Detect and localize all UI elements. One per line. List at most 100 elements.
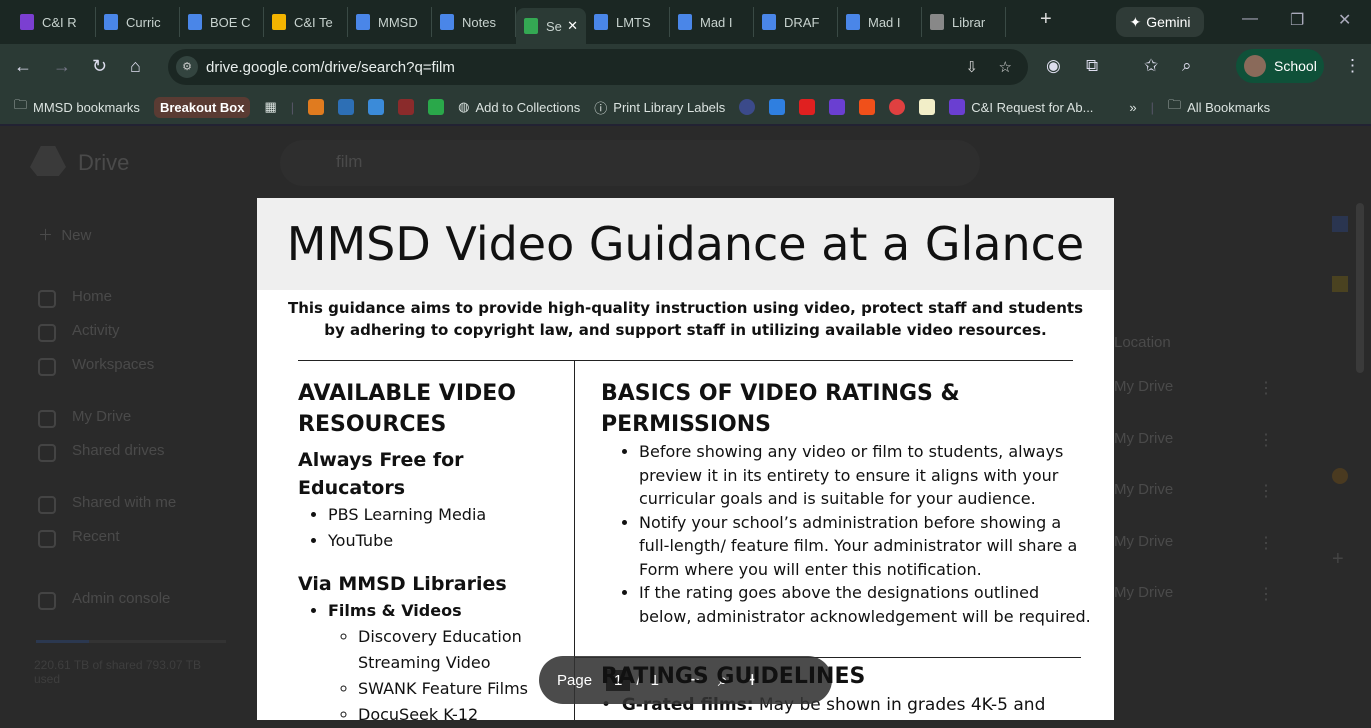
add-addon-icon[interactable]: +: [1332, 548, 1344, 571]
youtube-icon[interactable]: [799, 99, 816, 115]
separator: |: [1150, 99, 1155, 115]
nav-item[interactable]: My Drive: [72, 408, 131, 425]
address-bar[interactable]: ⚙ drive.google.com/drive/search?q=film ⇩…: [168, 49, 1028, 85]
nav-item[interactable]: Shared drives: [72, 442, 165, 459]
new-tab-button[interactable]: +: [1040, 8, 1052, 31]
more-actions-icon[interactable]: ⋮: [1258, 533, 1274, 553]
restore-button[interactable]: ❐: [1290, 10, 1304, 30]
list-item: YouTube: [328, 528, 574, 554]
nav-item[interactable]: Home: [72, 288, 112, 305]
more-actions-icon[interactable]: ⋮: [1258, 584, 1274, 604]
url-text[interactable]: drive.google.com/drive/search?q=film: [206, 59, 455, 76]
storage-bar: [36, 640, 226, 643]
browser-tab[interactable]: Se ✕: [516, 8, 586, 44]
star-icon[interactable]: ☆: [999, 58, 1012, 76]
close-tab-icon[interactable]: ✕: [567, 18, 578, 34]
bookmark-icon[interactable]: [398, 99, 415, 115]
minimize-button[interactable]: —: [1242, 10, 1258, 28]
browser-tab[interactable]: C&I Te: [264, 7, 348, 37]
pdf-preview: MMSD Video Guidance at a Glance This gui…: [257, 198, 1114, 724]
new-button[interactable]: ＋ New: [38, 224, 91, 245]
nav-item[interactable]: Admin console: [72, 590, 170, 607]
bookmark-icon[interactable]: [769, 99, 786, 115]
bookmark-icon[interactable]: [428, 99, 445, 115]
avatar: [1244, 55, 1266, 77]
browser-tab[interactable]: DRAF: [754, 7, 838, 37]
separator: |: [290, 99, 295, 115]
tab-favicon-icon: [762, 14, 776, 30]
tab-favicon-icon: [524, 18, 538, 34]
nav-item[interactable]: Recent: [72, 528, 120, 545]
list-item: Films & Videos Discovery Education Strea…: [328, 598, 574, 728]
close-window-button[interactable]: ✕: [1338, 10, 1351, 30]
bookmark-folder-mmsd[interactable]: 🗀 MMSD bookmarks: [14, 96, 140, 118]
toolbar: ← → ↻ ⌂ ⚙ drive.google.com/drive/search?…: [0, 44, 1371, 90]
browser-tab[interactable]: LMTS: [586, 7, 670, 37]
soundcloud-icon[interactable]: [859, 99, 876, 115]
bookmark-print-labels[interactable]: ⓘ Print Library Labels: [594, 98, 725, 117]
browser-tab[interactable]: Notes: [432, 7, 516, 37]
browser-tab[interactable]: BOE C: [180, 7, 264, 37]
subheading: Always Free for Educators: [298, 449, 464, 499]
nav-item[interactable]: Workspaces: [72, 356, 154, 373]
browser-tab[interactable]: Librar: [922, 7, 1006, 37]
site-info-icon[interactable]: ⚙: [176, 56, 198, 78]
bookmark-icon[interactable]: [889, 99, 906, 115]
browser-tab[interactable]: Mad I: [838, 7, 922, 37]
forms-icon[interactable]: [829, 99, 846, 115]
nav-icon: [38, 592, 56, 610]
nav-icon: [38, 496, 56, 514]
lens-icon[interactable]: ⌕: [1182, 56, 1192, 76]
bookmark-add-to-collections[interactable]: ◍ Add to Collections: [458, 99, 580, 115]
menu-icon[interactable]: ⋮: [1344, 56, 1361, 76]
back-icon[interactable]: ←: [14, 56, 32, 77]
browser-tab[interactable]: MMSD: [348, 7, 432, 37]
bookmark-ci-request[interactable]: C&I Request for Ab...: [949, 99, 1093, 115]
keep-icon[interactable]: [1332, 276, 1348, 292]
file-location: My Drive: [1114, 429, 1174, 447]
nav-item[interactable]: Shared with me: [72, 494, 176, 511]
drive-logo-icon: [30, 146, 66, 176]
file-location: My Drive: [1114, 481, 1174, 498]
home-icon[interactable]: ⌂: [130, 56, 141, 77]
more-actions-icon[interactable]: ⋮: [1258, 430, 1274, 450]
globe-icon: ◍: [458, 99, 470, 114]
forms-icon: [949, 99, 966, 115]
forward-icon[interactable]: →: [53, 56, 71, 77]
list-item: Before showing any video or film to stud…: [639, 440, 1091, 511]
reload-icon[interactable]: ↻: [92, 56, 107, 77]
apps-grid-icon[interactable]: ▦: [264, 99, 276, 115]
browser-tab[interactable]: Mad I: [670, 7, 754, 37]
browser-tab[interactable]: C&I R: [12, 7, 96, 37]
scrollbar[interactable]: [1356, 203, 1364, 373]
bookmark-icon[interactable]: [308, 99, 325, 115]
file-location: My Drive: [1114, 378, 1174, 395]
all-bookmarks[interactable]: 🗀 All Bookmarks: [1168, 96, 1270, 118]
more-bookmarks-icon[interactable]: »: [1129, 100, 1136, 115]
bookmark-icon[interactable]: [739, 99, 756, 115]
bookmark-icon[interactable]: [368, 99, 385, 115]
bookmark-icon[interactable]: [919, 99, 936, 115]
nav-icon: [38, 358, 56, 376]
drive-search-input[interactable]: film: [280, 140, 980, 186]
bookmark-breakout-box[interactable]: Breakout Box: [153, 96, 251, 118]
nav-item[interactable]: Activity: [72, 322, 120, 339]
gemini-button[interactable]: ✦ Gemini: [1116, 7, 1204, 37]
calendar-icon[interactable]: [1332, 216, 1348, 232]
list-item: Notify your school’s administration befo…: [639, 511, 1091, 582]
nav-icon: [38, 444, 56, 462]
tab-favicon-icon: [20, 14, 34, 30]
more-actions-icon[interactable]: ⋮: [1258, 481, 1274, 501]
extension-power-icon[interactable]: ◉: [1046, 56, 1061, 76]
bookmarks-star-icon[interactable]: ✩: [1144, 56, 1158, 76]
left-column: AVAILABLE VIDEO RESOURCES Always Free fo…: [298, 378, 574, 728]
extensions-icon[interactable]: ⧉: [1086, 56, 1098, 76]
bookmark-icon[interactable]: [338, 99, 355, 115]
tab-favicon-icon: [104, 14, 118, 30]
more-actions-icon[interactable]: ⋮: [1258, 378, 1274, 398]
addon-icon[interactable]: [1332, 468, 1348, 484]
tab-favicon-icon: [356, 14, 370, 30]
profile-button[interactable]: School: [1236, 49, 1324, 83]
browser-tab[interactable]: Curric: [96, 7, 180, 37]
install-icon[interactable]: ⇩: [965, 58, 978, 76]
